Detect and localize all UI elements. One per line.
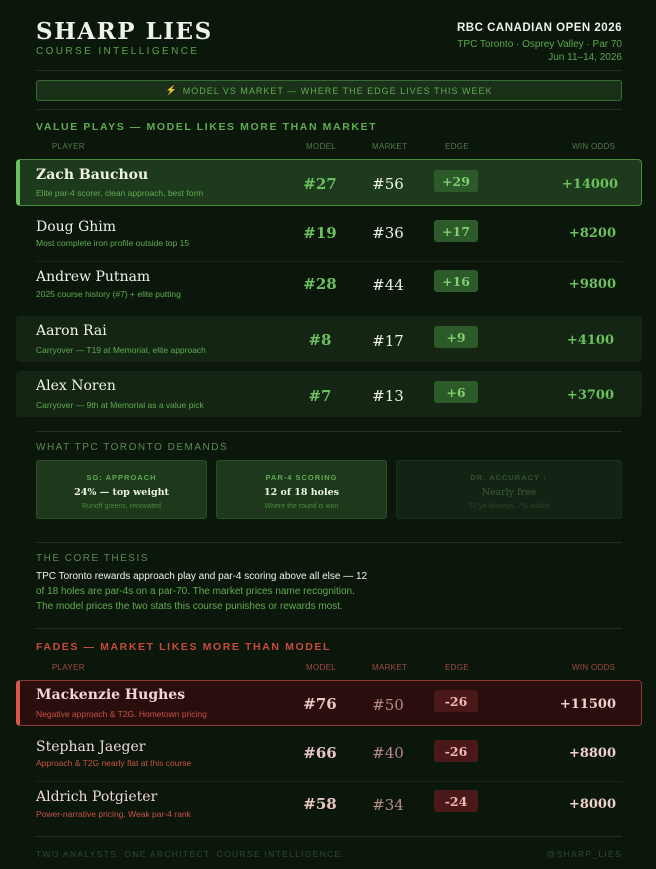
player-note: Carryover — 9th at Memorial as a value p… [36,400,204,410]
footer-tagline: TWO ANALYSTS. ONE ARCHITECT. COURSE INTE… [36,849,346,859]
divider [36,109,622,110]
win-odds: +9800 [568,277,616,292]
demand-card-accuracy: DR. ACCURACY ↓ Nearly free 57-yd fairway… [396,460,622,519]
demand-value: Nearly free [481,487,537,498]
event-title: RBC CANADIAN OPEN 2026 [456,22,622,34]
demand-value: 24% — top weight [74,487,169,498]
edge-badge: -26 [434,690,478,712]
player-name: Doug Ghim [36,219,117,235]
thesis-line: TPC Toronto rewards approach play and pa… [36,571,368,582]
col-player: PLAYER [52,663,85,672]
player-note: Carryover — T19 at Memorial, elite appro… [36,345,206,355]
player-note: 2025 course history (#7) + elite putting [36,289,181,299]
demand-card-approach: SG: APPROACH 24% — top weight Runoff gre… [36,460,207,519]
col-win-odds: WIN ODDS [572,663,616,672]
edge-badge: +29 [434,170,478,192]
demand-note: Where the round is won [264,503,339,510]
win-odds: +3700 [566,388,614,403]
model-rank: #7 [308,387,332,405]
lightning-icon: ⚡ [165,85,178,95]
event-venue: TPC Toronto · Osprey Valley · Par 70 [457,39,622,50]
thesis-line: of 18 holes are par-4s on a par-70. The … [36,586,355,597]
demand-label: DR. ACCURACY ↓ [470,473,548,482]
divider [36,70,622,71]
demands-title: WHAT TPC TORONTO DEMANDS [36,442,229,453]
player-name: Aaron Rai [36,323,107,339]
player-name: Aldrich Potgieter [36,789,158,805]
demand-note: Runoff greens, renovated [82,503,161,510]
divider [36,542,622,543]
col-win-odds: WIN ODDS [572,142,616,151]
edge-badge: -26 [434,740,478,762]
player-note: Negative approach & T2G. Hometown pricin… [36,709,207,719]
col-edge: EDGE [445,142,469,151]
edge-badge: +9 [434,326,478,348]
edge-badge: -24 [434,790,478,812]
divider [36,431,622,432]
market-rank: #44 [372,276,404,294]
brand-title: SHARP LIES [36,18,213,45]
market-rank: #40 [372,744,404,762]
model-rank: #58 [303,795,337,813]
col-model: MODEL [306,663,336,672]
player-note: Elite par-4 scorer, clean approach, best… [36,188,204,198]
edge-badge: +17 [434,220,478,242]
player-name: Stephan Jaeger [36,739,146,755]
win-odds: +8200 [568,226,616,241]
edge-badge: +16 [434,270,478,292]
demand-note: 57-yd fairways, 7% added [468,503,550,510]
edge-badge: +6 [434,381,478,403]
row-divider [36,261,622,262]
thesis-title: THE CORE THESIS [36,553,149,564]
event-dates: Jun 11–14, 2026 [548,52,622,63]
value-plays-title: VALUE PLAYS — MODEL LIKES MORE THAN MARK… [36,121,378,133]
model-rank: #28 [303,275,337,293]
demand-label: PAR-4 SCORING [265,473,338,482]
market-rank: #13 [372,387,404,405]
model-rank: #19 [303,224,337,242]
col-market: MARKET [372,663,408,672]
player-note: Power-narrative pricing. Weak par-4 rank [36,809,191,819]
brand-subtitle: COURSE INTELLIGENCE [36,46,200,57]
demand-value: 12 of 18 holes [263,487,340,498]
model-rank: #8 [308,331,332,349]
win-odds: +8800 [568,746,616,761]
footer-handle[interactable]: @SHARP_LIES [547,849,622,859]
win-odds: +11500 [559,697,616,712]
market-rank: #56 [372,175,404,193]
row-divider [36,781,622,782]
player-name: Andrew Putnam [36,269,151,285]
divider [36,628,622,629]
col-market: MARKET [372,142,408,151]
market-rank: #17 [372,332,404,350]
player-name: Zach Bauchou [36,167,149,183]
demand-label: SG: APPROACH [86,473,157,482]
model-vs-market-banner: ⚡ MODEL VS MARKET — WHERE THE EDGE LIVES… [36,80,622,101]
player-note: Most complete iron profile outside top 1… [36,238,190,248]
win-odds: +14000 [561,177,618,192]
player-name: Mackenzie Hughes [36,687,186,703]
model-rank: #66 [303,744,337,762]
market-rank: #36 [372,224,404,242]
model-rank: #27 [303,175,337,193]
fades-title: FADES — MARKET LIKES MORE THAN MODEL [36,641,332,653]
market-rank: #50 [372,696,404,714]
col-player: PLAYER [52,142,85,151]
model-rank: #76 [303,695,337,713]
col-edge: EDGE [445,663,469,672]
divider [36,836,622,837]
player-name: Alex Noren [36,378,116,394]
player-note: Approach & T2G nearly flat at this cours… [36,758,192,768]
banner-text: MODEL VS MARKET — WHERE THE EDGE LIVES T… [182,85,493,96]
demand-card-par4: PAR-4 SCORING 12 of 18 holes Where the r… [216,460,387,519]
market-rank: #34 [372,796,404,814]
win-odds: +4100 [566,333,614,348]
thesis-line: The model prices the two stats this cour… [36,601,343,612]
win-odds: +8000 [568,797,616,812]
col-model: MODEL [306,142,336,151]
